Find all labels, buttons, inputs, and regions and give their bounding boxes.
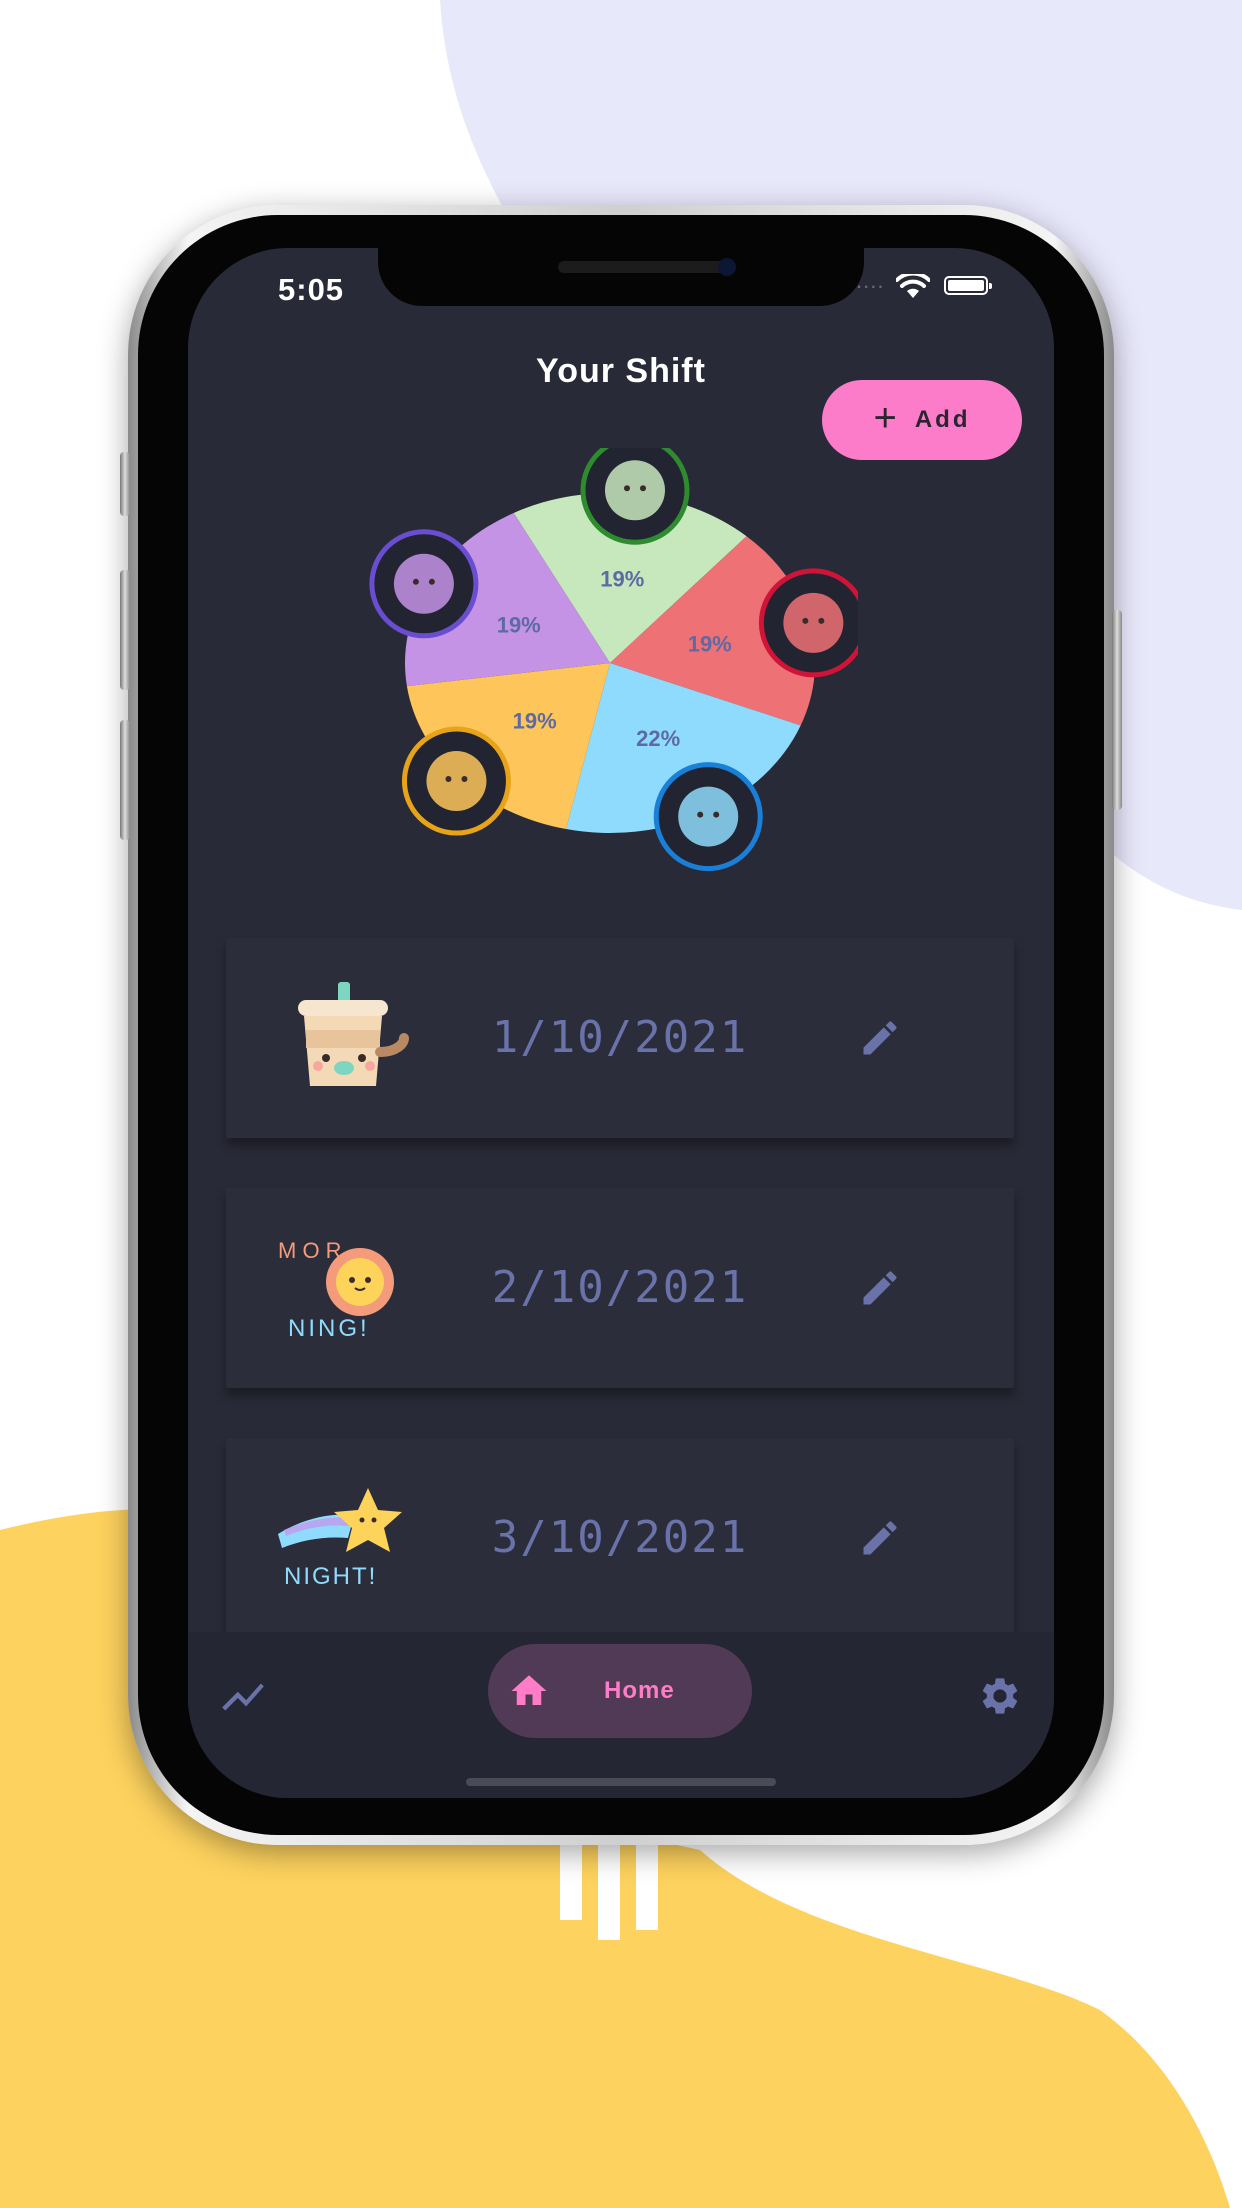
volume-up-button <box>120 570 130 690</box>
coffee-cup-sticker-badge <box>653 762 763 872</box>
pie-slice-label: 22% <box>636 726 680 751</box>
pie-slice-label: 19% <box>600 567 644 592</box>
for-you-sticker-badge <box>758 568 858 678</box>
pie-slice-label: 19% <box>688 631 732 656</box>
shift-card[interactable]: 1/10/2021 <box>226 938 1014 1138</box>
notch <box>378 248 864 306</box>
night-sticker-text: NIGHT! <box>284 1563 377 1590</box>
add-button-label: Add <box>914 406 971 433</box>
pencil-icon[interactable] <box>858 1266 902 1310</box>
shift-date: 2/10/2021 <box>491 1262 749 1313</box>
pie-slice-label: 19% <box>497 612 541 637</box>
home-icon <box>511 1675 547 1705</box>
shift-card[interactable]: NIGHT! 3/10/2021 <box>226 1438 1014 1638</box>
shift-pie-chart: 19% 19% 22% 19% 19% <box>369 448 858 872</box>
speaker <box>558 261 726 273</box>
heart-sticker-badge <box>580 448 690 545</box>
signal-dots: .... <box>856 268 885 293</box>
app-screen: 5:05 .... Your Shift + Add 19% 19% 22% 19% 1… <box>188 248 1054 1798</box>
pie-slice-label: 19% <box>513 709 557 734</box>
pencil-icon[interactable] <box>858 1516 902 1560</box>
volume-down-button <box>120 720 130 840</box>
home-indicator <box>466 1778 776 1786</box>
bottom-navigation: Home <box>188 1632 1054 1798</box>
shift-date: 1/10/2021 <box>491 1012 749 1063</box>
gear-icon[interactable] <box>978 1674 1022 1718</box>
morning-sun-sticker-badge <box>401 726 511 836</box>
front-camera <box>718 258 736 276</box>
nav-home-label: Home <box>604 1677 675 1704</box>
mute-switch <box>120 452 130 516</box>
plus-icon: + <box>873 396 897 440</box>
power-button <box>1112 610 1122 810</box>
coffee-cup-sticker <box>298 982 409 1086</box>
night-star-sticker: NIGHT! <box>278 1488 402 1590</box>
morning-sticker-letter-m: M O R <box>278 1238 342 1263</box>
shift-card[interactable]: M O R NING! 2/10/2021 <box>226 1188 1014 1388</box>
battery-icon <box>944 276 992 295</box>
status-time: 5:05 <box>278 272 345 307</box>
shift-date: 3/10/2021 <box>491 1512 749 1563</box>
morning-sun-sticker: M O R NING! <box>278 1238 394 1342</box>
trend-chart-icon[interactable] <box>218 1672 268 1722</box>
svg-text:NING!: NING! <box>288 1315 370 1342</box>
wifi-icon <box>896 274 930 298</box>
pencil-icon[interactable] <box>858 1016 902 1060</box>
nav-home-button[interactable]: Home <box>488 1644 752 1738</box>
night-star-sticker-badge <box>369 529 479 639</box>
